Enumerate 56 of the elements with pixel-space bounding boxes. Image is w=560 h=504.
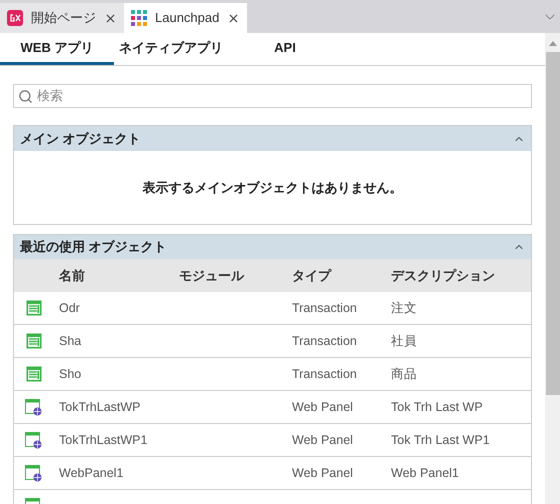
table-row[interactable]: Sha Transaction 社員 bbox=[14, 325, 531, 358]
column-header: タイプ bbox=[291, 266, 333, 285]
scroll-up-icon[interactable] bbox=[548, 41, 556, 46]
close-icon[interactable] bbox=[104, 12, 117, 24]
type-cell-text: Transaction bbox=[291, 332, 358, 350]
gx-logo-icon bbox=[7, 10, 23, 26]
name-cell-text: WebPanel1 bbox=[58, 464, 124, 482]
name-cell-text: TokTrhLastWP bbox=[58, 398, 142, 416]
web-page-icon bbox=[25, 398, 42, 416]
description-cell-text: 注文 bbox=[390, 300, 418, 317]
table-form-icon bbox=[26, 300, 42, 316]
tab-label: Launchpad bbox=[155, 9, 220, 28]
type-cell-text: Transaction bbox=[291, 366, 358, 383]
search-field[interactable]: 検索 bbox=[13, 84, 532, 108]
table-row[interactable]: WebPanel1 Web Panel Web Panel1 bbox=[14, 457, 531, 490]
section-tab[interactable]: ネイティブアプリ bbox=[114, 33, 228, 65]
table-form-icon bbox=[26, 366, 42, 382]
type-cell-text: Web Panel bbox=[291, 398, 354, 416]
document-tab[interactable]: 開始ページ bbox=[0, 3, 124, 33]
section-tab[interactable]: API bbox=[228, 33, 342, 65]
panel-title: 最近の使用 オブジェクト bbox=[20, 238, 167, 256]
name-cell-text: TokTrhLastWP1 bbox=[58, 432, 148, 449]
close-icon[interactable] bbox=[227, 12, 240, 24]
empty-message: 表示するメインオブジェクトはありません。 bbox=[142, 178, 402, 197]
type-cell-text: Transaction bbox=[291, 300, 358, 317]
table-row[interactable]: TokTrhLastWP Web Panel Tok Trh Last WP bbox=[14, 391, 531, 424]
tab-label: 開始ページ bbox=[31, 9, 96, 28]
type-cell-text: Web Panel bbox=[291, 432, 354, 449]
panel-title: メイン オブジェクト bbox=[20, 130, 141, 148]
column-header: デスクリプション bbox=[390, 266, 496, 285]
type-cell-text: Web Panel bbox=[291, 464, 354, 482]
scrollbar[interactable] bbox=[545, 33, 560, 504]
section-tab[interactable]: WEB アプリ bbox=[0, 33, 114, 65]
description-cell-text: Tok Trh Last WP bbox=[390, 398, 484, 416]
column-header: 名前 bbox=[58, 266, 86, 285]
description-cell-text: Tok Trh Last WP1 bbox=[390, 432, 491, 449]
grid-icon bbox=[131, 10, 147, 26]
document-tab[interactable]: Launchpad bbox=[124, 3, 248, 33]
search-input[interactable]: 検索 bbox=[37, 86, 527, 106]
name-cell-text: Sho bbox=[58, 366, 82, 383]
web-page-icon bbox=[25, 464, 42, 482]
scrollbar-thumb[interactable] bbox=[546, 52, 560, 395]
panel-header[interactable]: メイン オブジェクト bbox=[14, 126, 531, 151]
column-header: モジュール bbox=[178, 266, 246, 285]
description-cell-text: 商品 bbox=[390, 366, 418, 383]
table-form-icon bbox=[26, 333, 42, 349]
table-row[interactable]: Sho Transaction 商品 bbox=[14, 358, 531, 391]
description-cell-text: Web Panel1 bbox=[390, 464, 460, 482]
panel-header[interactable]: 最近の使用 オブジェクト bbox=[14, 235, 531, 259]
web-page-icon bbox=[25, 432, 42, 448]
table-row[interactable]: Odr Transaction 注文 bbox=[14, 292, 531, 325]
name-cell-text: Sha bbox=[58, 332, 82, 350]
search-icon bbox=[18, 88, 33, 104]
table-row[interactable]: TokTrhLastWP1 Web Panel Tok Trh Last WP1 bbox=[14, 424, 531, 457]
name-cell-text: Odr bbox=[58, 300, 81, 317]
description-cell-text: 社員 bbox=[390, 332, 418, 350]
